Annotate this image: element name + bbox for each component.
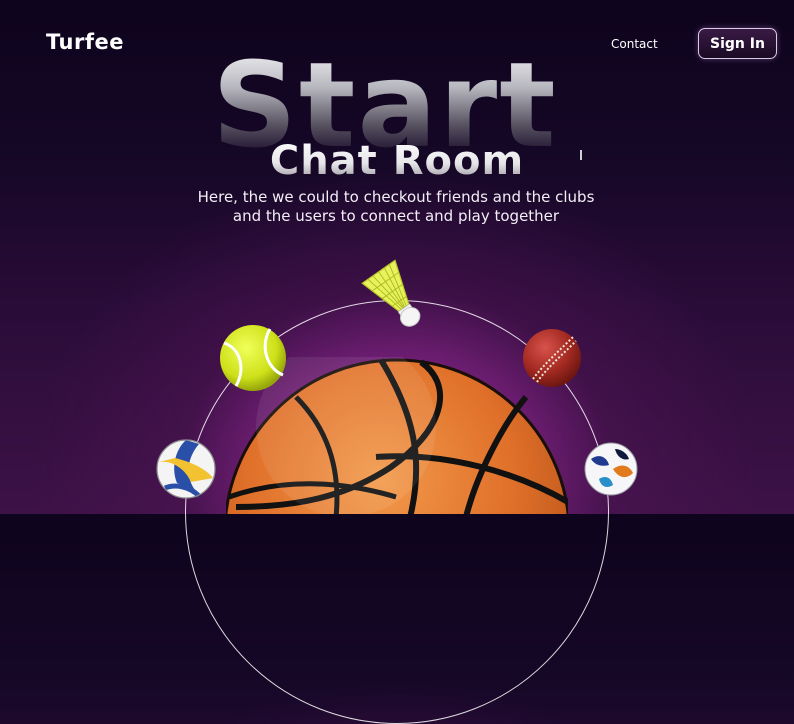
hero-description: Here, the we could to checkout friends a… bbox=[197, 188, 595, 225]
volleyball-icon bbox=[156, 439, 216, 499]
sign-in-label: Sign In bbox=[710, 35, 765, 52]
cricket-ball-icon bbox=[523, 329, 581, 387]
shuttlecock-icon bbox=[361, 259, 421, 327]
nav-contact-link[interactable]: Contact bbox=[611, 37, 658, 51]
page-title: Chat Room bbox=[0, 138, 794, 184]
tennis-ball-icon bbox=[220, 325, 286, 391]
sign-in-button[interactable]: Sign In bbox=[698, 28, 777, 59]
logo[interactable]: Turfee bbox=[46, 30, 124, 54]
football-icon bbox=[584, 442, 638, 496]
